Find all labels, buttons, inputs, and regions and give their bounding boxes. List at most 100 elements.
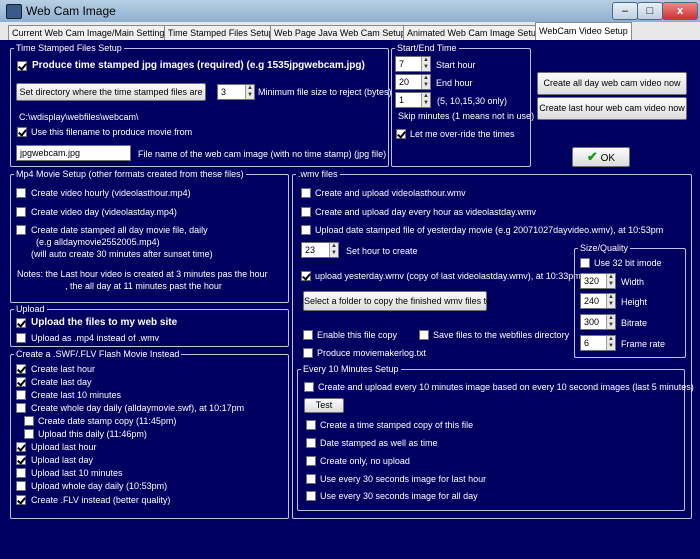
create-video-hourly-checkbox[interactable] [16, 188, 26, 198]
spin-arrows-icon[interactable]: ▲ ▼ [606, 336, 615, 350]
spin-arrows-icon[interactable]: ▲ ▼ [329, 243, 338, 257]
spin-arrows-icon[interactable]: ▲ ▼ [606, 294, 615, 308]
wmv-dated-checkbox[interactable] [301, 225, 311, 235]
spin-arrows-icon[interactable]: ▲ ▼ [606, 274, 615, 288]
time-stamped-group: Time Stamped Files Setup Produce time st… [10, 42, 392, 167]
ten-min-date-stamped-checkbox[interactable] [306, 438, 316, 448]
ten-min-timestamped-copy-checkbox[interactable] [306, 420, 316, 430]
use-filename-checkbox[interactable] [17, 127, 27, 137]
tab-java-web-cam[interactable]: Web Page Java Web Cam Setup [270, 25, 410, 40]
minimize-button[interactable]: – [612, 2, 638, 20]
produce-jpg-checkbox[interactable] [17, 61, 27, 71]
group-title: Create a .SWF/.FLV Flash Movie Instead [14, 348, 182, 360]
ten-min-create-only-label: Create only, no upload [320, 456, 410, 466]
ten-min-create-only-checkbox[interactable] [306, 456, 316, 466]
tab-main-settings[interactable]: Current Web Cam Image/Main Settings [8, 25, 173, 40]
set-directory-button[interactable]: Set directory where the time stamped fil… [16, 83, 206, 101]
ten-min-create-upload-checkbox[interactable] [304, 382, 314, 392]
enable-file-copy-label: Enable this file copy [317, 330, 398, 340]
window-title: Web Cam Image [26, 4, 116, 18]
close-button[interactable]: x [662, 2, 698, 20]
swf-flv-group: Create a .SWF/.FLV Flash Movie Instead C… [10, 348, 289, 519]
start-hour-label: Start hour [436, 60, 476, 70]
swf-upload-last-10-checkbox[interactable] [16, 468, 26, 478]
tab-animated-image[interactable]: Animated Web Cam Image Setup [403, 25, 545, 40]
create-all-day-button[interactable]: Create all day web cam video now [537, 72, 687, 95]
use-32bit-checkbox[interactable] [580, 258, 590, 268]
width-input[interactable]: 320 ▲ ▼ [580, 273, 616, 289]
create-video-hourly-label: Create video hourly (videolasthour.mp4) [31, 188, 191, 198]
swf-upload-last-day-checkbox[interactable] [16, 455, 26, 465]
set-hour-value: 23 [305, 245, 316, 255]
save-to-webfiles-label: Save files to the webfiles directory [433, 330, 570, 340]
ten-min-30s-last-hour-checkbox[interactable] [306, 474, 316, 484]
tab-webcam-video[interactable]: WebCam Video Setup [535, 22, 632, 40]
skip-minutes-input[interactable]: 1 ▲ ▼ [395, 92, 431, 108]
swf-upload-daily-checkbox[interactable] [24, 429, 34, 439]
ten-minutes-group: Every 10 Minutes Setup Create and upload… [297, 363, 694, 511]
ten-min-30s-last-hour-label: Use every 30 seconds image for last hour [320, 474, 487, 484]
swf-create-last-hour-checkbox[interactable] [16, 364, 26, 374]
dated-movie-example: (e.g alldaymovie2552005.mp4) [36, 237, 160, 247]
main-window: Web Cam Image – □ x Current Web Cam Imag… [0, 0, 700, 559]
set-hour-input[interactable]: 23 ▲ ▼ [301, 242, 339, 258]
swf-upload-daily-label: Upload this daily (11:46pm) [38, 429, 147, 439]
create-last-hour-button[interactable]: Create last hour web cam video now [537, 97, 687, 120]
frame-rate-input[interactable]: 6 ▲ ▼ [580, 335, 616, 351]
filename-input[interactable]: jpgwebcam.jpg [16, 145, 131, 161]
checkmark-icon: ✔ [586, 149, 598, 164]
spin-arrows-icon[interactable]: ▲ ▼ [245, 85, 254, 99]
create-video-day-label: Create video day (videolastday.mp4) [31, 207, 177, 217]
swf-create-last-10-checkbox[interactable] [16, 390, 26, 400]
start-hour-input[interactable]: 7 ▲ ▼ [395, 56, 431, 72]
tab-time-stamped-files[interactable]: Time Stamped Files Setup [164, 25, 278, 40]
bitrate-value: 300 [584, 317, 600, 327]
end-hour-input[interactable]: 20 ▲ ▼ [395, 74, 431, 90]
bitrate-input[interactable]: 300 ▲ ▼ [580, 314, 616, 330]
height-input[interactable]: 240 ▲ ▼ [580, 293, 616, 309]
tab-bar: Current Web Cam Image/Main Settings Time… [0, 22, 700, 40]
min-size-label: Minimum file size to reject (bytes) [258, 87, 392, 97]
upload-as-mp4-checkbox[interactable] [16, 333, 26, 343]
ten-min-create-upload-label: Create and upload every 10 minutes image… [318, 382, 694, 392]
size-quality-group: Size/Quality Use 32 bit imode 320 ▲ ▼ Widt… [574, 242, 686, 358]
min-size-input[interactable]: 3 ▲ ▼ [217, 84, 255, 100]
wmv-last-day-checkbox[interactable] [301, 207, 311, 217]
mp4-setup-group: Mp4 Movie Setup (other formats created f… [10, 168, 289, 303]
select-folder-button[interactable]: Select a folder to copy the finished wmv… [303, 291, 491, 311]
create-dated-movie-label: Create date stamped all day movie file, … [31, 225, 208, 235]
ten-min-30s-all-day-checkbox[interactable] [306, 491, 316, 501]
swf-create-last-day-checkbox[interactable] [16, 377, 26, 387]
filename-label: File name of the web cam image (with no … [138, 149, 387, 159]
swf-upload-last-hour-checkbox[interactable] [16, 442, 26, 452]
maximize-button[interactable]: □ [637, 2, 663, 20]
height-value: 240 [584, 296, 600, 306]
create-dated-movie-checkbox[interactable] [16, 225, 26, 235]
enable-file-copy-checkbox[interactable] [303, 330, 313, 340]
spin-arrows-icon[interactable]: ▲ ▼ [421, 75, 430, 89]
save-to-webfiles-checkbox[interactable] [419, 330, 429, 340]
min-size-value: 3 [221, 87, 227, 97]
upload-files-checkbox[interactable] [16, 318, 26, 328]
notes-line-2: , the all day at 11 minutes past the hou… [65, 281, 222, 291]
ten-min-date-stamped-label: Date stamped as well as time [320, 438, 438, 448]
spin-arrows-icon[interactable]: ▲ ▼ [421, 57, 430, 71]
create-flv-checkbox[interactable] [16, 495, 26, 505]
create-video-day-checkbox[interactable] [16, 207, 26, 217]
swf-upload-whole-day-checkbox[interactable] [16, 481, 26, 491]
test-button[interactable]: Test [304, 398, 344, 413]
swf-create-whole-day-checkbox[interactable] [16, 403, 26, 413]
ok-button[interactable]: ✔ OK [572, 147, 630, 167]
upload-yesterday-checkbox[interactable] [301, 271, 311, 281]
swf-date-stamp-copy-checkbox[interactable] [24, 416, 34, 426]
notes-line-1: Notes: the Last hour video is created at… [17, 269, 268, 279]
override-times-checkbox[interactable] [396, 129, 406, 139]
spin-arrows-icon[interactable]: ▲ ▼ [421, 93, 430, 107]
produce-jpg-label: Produce time stamped jpg images (require… [32, 60, 365, 71]
spin-arrows-icon[interactable]: ▲ ▼ [606, 315, 615, 329]
frame-rate-value: 6 [584, 338, 590, 348]
swf-upload-last-hour-label: Upload last hour [31, 442, 97, 452]
moviemaker-log-checkbox[interactable] [303, 348, 313, 358]
wmv-last-hour-checkbox[interactable] [301, 188, 311, 198]
swf-upload-last-day-label: Upload last day [31, 455, 94, 465]
